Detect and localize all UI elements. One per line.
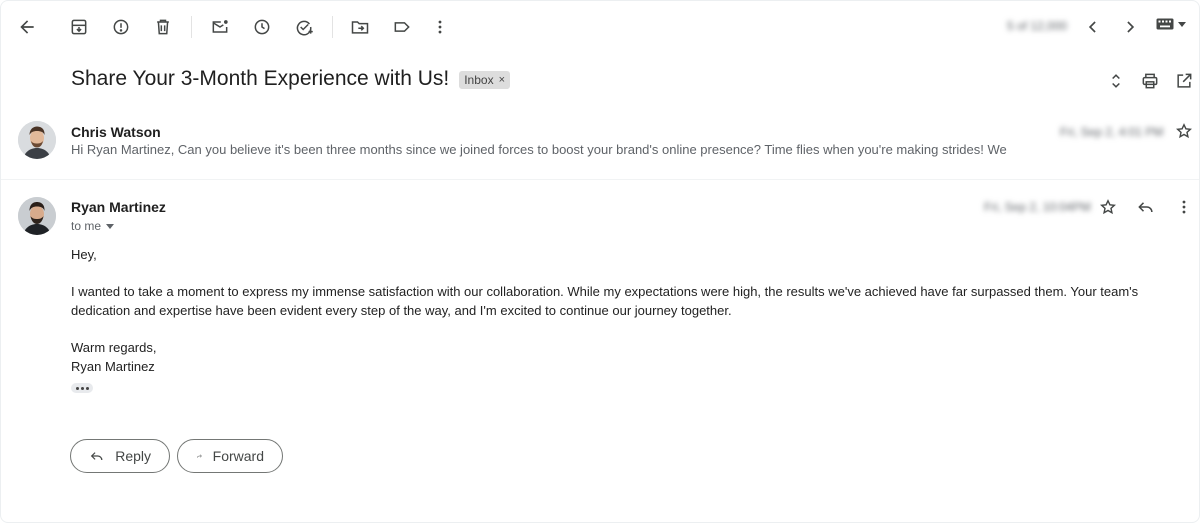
forward-button-label: Forward <box>212 448 264 464</box>
archive-icon[interactable] <box>63 11 95 43</box>
input-tools-toggle[interactable] <box>1156 18 1186 30</box>
body-closing: Warm regards, <box>71 340 157 355</box>
show-trimmed-content-button[interactable] <box>71 383 93 393</box>
message-divider <box>1 179 1199 180</box>
star-icon[interactable] <box>1092 191 1124 223</box>
chevron-down-icon <box>1178 21 1186 27</box>
more-vert-icon[interactable] <box>1168 191 1200 223</box>
recipient-text: to me <box>71 219 102 233</box>
pagination-count: 5 of 12,000 <box>1007 19 1068 33</box>
forward-button[interactable]: Forward <box>177 439 283 473</box>
chevron-right-icon[interactable] <box>1114 11 1146 43</box>
mark-unread-icon[interactable] <box>204 11 236 43</box>
message-date: Fri, Sep 2, 10:04PM <box>984 200 1091 214</box>
add-task-icon[interactable] <box>288 11 320 43</box>
message-body: Hey, I wanted to take a moment to expres… <box>71 245 1151 376</box>
email-view: 5 of 12,000 Share Your 3-Month Experienc… <box>0 0 1200 523</box>
report-spam-icon[interactable] <box>105 11 137 43</box>
body-signature: Ryan Martinez <box>71 359 155 374</box>
email-subject: Share Your 3-Month Experience with Us! <box>71 67 450 90</box>
star-icon[interactable] <box>1168 115 1200 147</box>
delete-icon[interactable] <box>147 11 179 43</box>
avatar <box>18 197 56 235</box>
message-date: Fri, Sep 2, 4:01 PM <box>1060 125 1164 139</box>
reply-icon[interactable] <box>1130 191 1162 223</box>
open-new-window-icon[interactable] <box>1168 65 1200 97</box>
toolbar-divider <box>191 16 192 38</box>
reply-button-label: Reply <box>115 448 151 464</box>
print-icon[interactable] <box>1134 65 1166 97</box>
back-arrow-icon[interactable] <box>11 11 43 43</box>
forward-icon <box>197 454 202 458</box>
sender-name[interactable]: Chris Watson <box>71 124 161 140</box>
avatar <box>18 121 56 159</box>
label-icon[interactable] <box>386 11 418 43</box>
body-paragraph: I wanted to take a moment to express my … <box>71 284 1139 318</box>
recipient-details-toggle[interactable]: to me <box>71 219 115 233</box>
body-greeting: Hey, <box>71 247 97 262</box>
remove-label-icon[interactable]: × <box>499 74 505 86</box>
chevron-down-icon <box>106 223 115 229</box>
message-snippet[interactable]: Hi Ryan Martinez, Can you believe it's b… <box>71 142 1007 157</box>
expand-collapse-icon[interactable] <box>1100 65 1132 97</box>
move-to-icon[interactable] <box>344 11 376 43</box>
more-vert-icon[interactable] <box>424 11 456 43</box>
label-chip-inbox[interactable]: Inbox × <box>459 71 511 89</box>
email-subject-row: Share Your 3-Month Experience with Us! I… <box>71 67 511 91</box>
reply-icon <box>90 452 103 461</box>
label-chip-text: Inbox <box>464 73 494 87</box>
toolbar-divider <box>332 16 333 38</box>
keyboard-icon <box>1156 18 1174 30</box>
sender-name[interactable]: Ryan Martinez <box>71 199 166 215</box>
snooze-icon[interactable] <box>246 11 278 43</box>
reply-button[interactable]: Reply <box>70 439 170 473</box>
chevron-left-icon[interactable] <box>1077 11 1109 43</box>
